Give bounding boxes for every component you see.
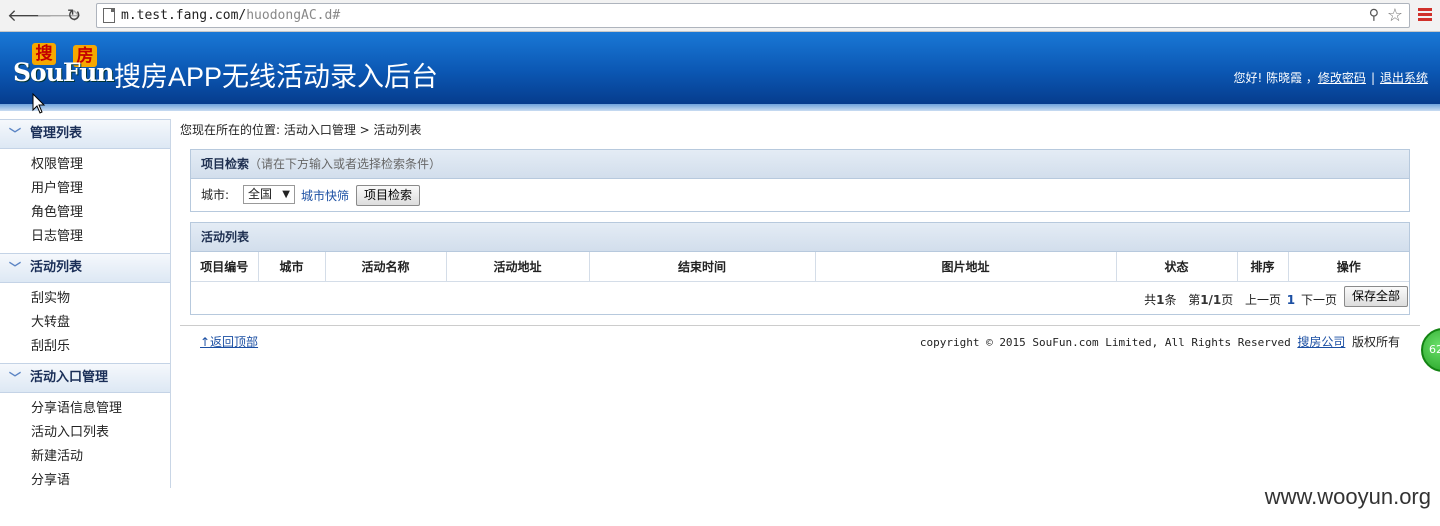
search-panel-header: 项目检索（请在下方输入或者选择检索条件） bbox=[191, 150, 1409, 179]
site-header: 搜 房 SouFun 搜房APP无线活动录入后台 您好! 陈晓霞 ，修改密码 | 退… bbox=[0, 32, 1440, 111]
bookmark-star-icon[interactable]: ☆ bbox=[1387, 5, 1403, 26]
search-hint: （请在下方输入或者选择检索条件） bbox=[249, 157, 442, 171]
sidebar-item-wheel[interactable]: 大转盘 bbox=[31, 311, 170, 335]
current-page[interactable]: 1 bbox=[1287, 293, 1295, 307]
sidebar-item-share-info[interactable]: 分享语信息管理 bbox=[31, 397, 170, 421]
page-icon bbox=[103, 8, 115, 23]
floating-badge[interactable]: 62 bbox=[1421, 328, 1440, 372]
url-text[interactable]: m.test.fang.com/huodongAC.d# bbox=[121, 8, 340, 23]
breadcrumb: 您现在所在的位置: 活动入口管理 > 活动列表 bbox=[180, 123, 422, 137]
forward-arrow-icon[interactable]: 🡒 bbox=[36, 6, 82, 26]
pagination: 共1条 第1/1页 上一页 1 下一页 bbox=[1144, 293, 1337, 307]
activity-table: 项目编号 城市 活动名称 活动地址 结束时间 图片地址 状态 排序 操作 bbox=[191, 252, 1409, 282]
column-header: 结束时间 bbox=[589, 252, 816, 282]
greeting: 您好! 陈晓霞 ， bbox=[1233, 71, 1318, 85]
list-panel-header: 活动列表 bbox=[191, 223, 1409, 252]
sidebar-group-activities[interactable]: ﹀ 活动列表 bbox=[0, 253, 170, 283]
column-header: 状态 bbox=[1116, 252, 1238, 282]
system-title: 搜房APP无线活动录入后台 bbox=[114, 62, 439, 92]
chevron-down-icon: ﹀ bbox=[9, 127, 22, 141]
column-header: 操作 bbox=[1288, 252, 1409, 282]
activity-list-panel: 活动列表 项目编号 城市 活动名称 活动地址 结束时间 图片地址 状态 排序 操… bbox=[190, 222, 1410, 315]
company-link[interactable]: 搜房公司 bbox=[1297, 335, 1345, 349]
browser-menu-icon[interactable] bbox=[1418, 8, 1432, 23]
sidebar-item-share-text[interactable]: 分享语 bbox=[31, 469, 170, 493]
table-header-row: 项目编号 城市 活动名称 活动地址 结束时间 图片地址 状态 排序 操作 bbox=[191, 252, 1409, 282]
search-panel: 项目检索（请在下方输入或者选择检索条件） 城市: 全国 ▼ 城市快筛 项目检索 bbox=[190, 149, 1410, 212]
sidebar-item-entry-list[interactable]: 活动入口列表 bbox=[31, 421, 170, 445]
column-header: 图片地址 bbox=[815, 252, 1117, 282]
column-header: 项目编号 bbox=[191, 252, 259, 282]
sidebar-item-permissions[interactable]: 权限管理 bbox=[31, 153, 170, 177]
back-to-top-link[interactable]: ↑返回顶部 bbox=[200, 333, 258, 350]
address-bar[interactable]: m.test.fang.com/huodongAC.d# ⚲ ☆ bbox=[96, 3, 1410, 28]
chevron-down-icon: ﹀ bbox=[9, 261, 22, 275]
sidebar-item-scratch-physical[interactable]: 刮实物 bbox=[31, 287, 170, 311]
prev-page[interactable]: 上一页 bbox=[1245, 293, 1281, 307]
sidebar: ﹀ 管理列表 权限管理 用户管理 角色管理 日志管理 ﹀ 活动列表 刮实物 大转盘 … bbox=[0, 119, 171, 488]
copyright: copyright © 2015 SouFun.com Limited, All… bbox=[919, 335, 1400, 349]
sidebar-item-scratch-card[interactable]: 刮刮乐 bbox=[31, 335, 170, 359]
total-count: 1 bbox=[1156, 293, 1165, 307]
logout-link[interactable]: 退出系统 bbox=[1380, 71, 1428, 85]
city-label: 城市: bbox=[201, 188, 230, 202]
sidebar-item-new-activity[interactable]: 新建活动 bbox=[31, 445, 170, 469]
mouse-cursor-icon bbox=[32, 93, 46, 114]
page-indicator: 1/1 bbox=[1200, 293, 1222, 307]
city-select[interactable]: 全国 ▼ bbox=[243, 185, 295, 204]
browser-toolbar: 🡐 🡒 ↻ m.test.fang.com/huodongAC.d# ⚲ ☆ bbox=[0, 0, 1440, 32]
column-header: 活动名称 bbox=[325, 252, 447, 282]
sidebar-item-roles[interactable]: 角色管理 bbox=[31, 201, 170, 225]
next-page[interactable]: 下一页 bbox=[1301, 293, 1337, 307]
sidebar-item-users[interactable]: 用户管理 bbox=[31, 177, 170, 201]
soufun-logo[interactable]: 搜 房 SouFun bbox=[13, 43, 115, 87]
dropdown-arrow-icon: ▼ bbox=[282, 189, 290, 200]
watermark: www.wooyun.org bbox=[1264, 484, 1431, 509]
column-header: 城市 bbox=[258, 252, 326, 282]
search-button[interactable]: 项目检索 bbox=[356, 185, 420, 206]
reload-icon[interactable]: ↻ bbox=[64, 6, 84, 26]
sidebar-item-logs[interactable]: 日志管理 bbox=[31, 225, 170, 249]
column-header: 活动地址 bbox=[446, 252, 590, 282]
user-bar: 您好! 陈晓霞 ，修改密码 | 退出系统 bbox=[1233, 69, 1428, 86]
city-quick-filter-link[interactable]: 城市快筛 bbox=[301, 187, 349, 204]
separator: | bbox=[1370, 71, 1375, 85]
key-icon[interactable]: ⚲ bbox=[1369, 7, 1379, 23]
footer-divider bbox=[180, 325, 1420, 326]
sidebar-group-management[interactable]: ﹀ 管理列表 bbox=[0, 119, 170, 149]
sidebar-group-entry-management[interactable]: ﹀ 活动入口管理 bbox=[0, 363, 170, 393]
column-header: 排序 bbox=[1237, 252, 1289, 282]
change-password-link[interactable]: 修改密码 bbox=[1318, 71, 1366, 85]
logo-text: SouFun bbox=[13, 58, 115, 87]
chevron-down-icon: ﹀ bbox=[9, 371, 22, 385]
back-arrow-icon[interactable]: 🡐 bbox=[7, 6, 53, 26]
save-all-button[interactable]: 保存全部 bbox=[1344, 286, 1408, 307]
